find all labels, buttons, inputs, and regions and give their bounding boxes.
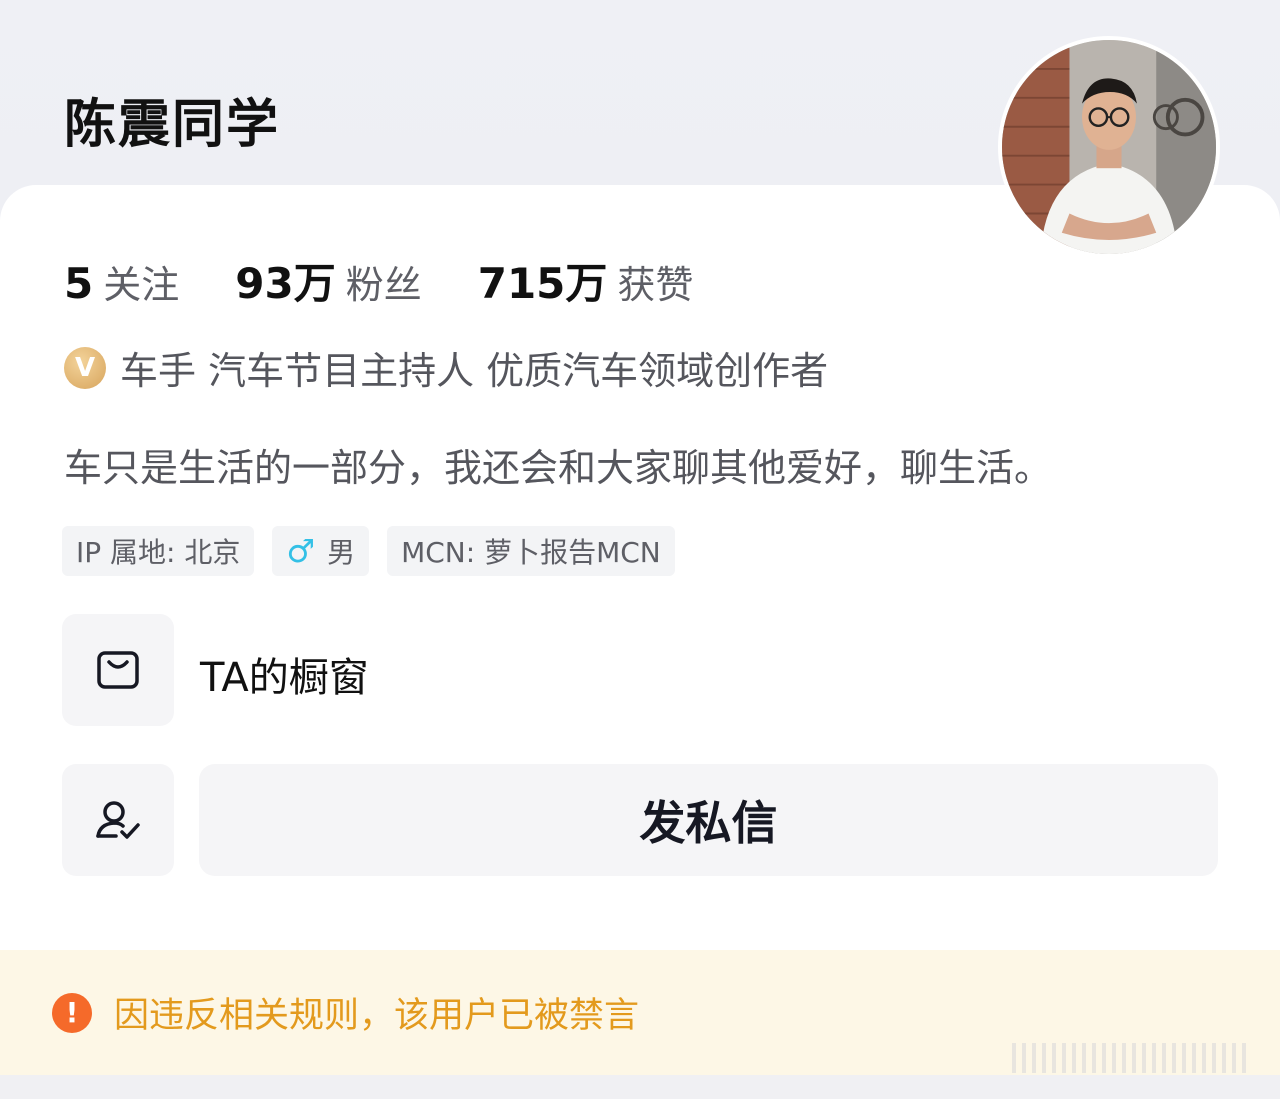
likes-stat[interactable]: 715万 获赞 <box>478 250 694 311</box>
following-label: 关注 <box>103 263 180 307</box>
likes-label: 获赞 <box>617 263 694 307</box>
shop-window-label[interactable]: TA的橱窗 <box>200 645 369 703</box>
watermark <box>1012 1043 1252 1073</box>
followers-count: 93万 <box>235 259 336 308</box>
followers-stat[interactable]: 93万 粉丝 <box>235 250 421 311</box>
username: 陈震同学 <box>64 95 281 155</box>
avatar-photo <box>1002 40 1216 254</box>
bottom-strip <box>0 1075 1280 1099</box>
following-count: 5 <box>64 259 94 308</box>
avatar[interactable] <box>998 36 1220 258</box>
likes-count: 715万 <box>477 259 608 308</box>
user-check-icon <box>96 801 140 839</box>
followed-button[interactable] <box>62 764 174 876</box>
following-stat[interactable]: 5 关注 <box>64 254 179 309</box>
profile-stats: 5 关注 93万 粉丝 715万 获赞 <box>64 250 749 311</box>
send-message-button[interactable]: 发私信 <box>199 764 1218 876</box>
mcn-tag: MCN: 萝卜报告MCN <box>387 526 675 576</box>
profile-tags: IP 属地: 北京 ♂ 男 MCN: 萝卜报告MCN <box>62 526 693 576</box>
verification-text: 车手 汽车节目主持人 优质汽车领域创作者 <box>120 349 829 393</box>
gender-tag: ♂ 男 <box>272 526 370 576</box>
verified-v-icon: V <box>64 346 106 389</box>
ip-location-tag: IP 属地: 北京 <box>62 526 255 576</box>
shopping-bag-icon <box>97 651 139 689</box>
shop-window-button[interactable] <box>62 614 174 726</box>
exclamation-icon: ! <box>52 992 92 1033</box>
male-icon: ♂ <box>286 532 316 570</box>
bio-text: 车只是生活的一部分，我还会和大家聊其他爱好，聊生活。 <box>64 446 1053 490</box>
followers-label: 粉丝 <box>345 263 422 307</box>
ban-notice-text: 因违反相关规则，该用户已被禁言 <box>114 996 640 1036</box>
verification-row: V 车手 汽车节目主持人 优质汽车领域创作者 <box>64 340 828 395</box>
gender-label: 男 <box>327 536 356 569</box>
